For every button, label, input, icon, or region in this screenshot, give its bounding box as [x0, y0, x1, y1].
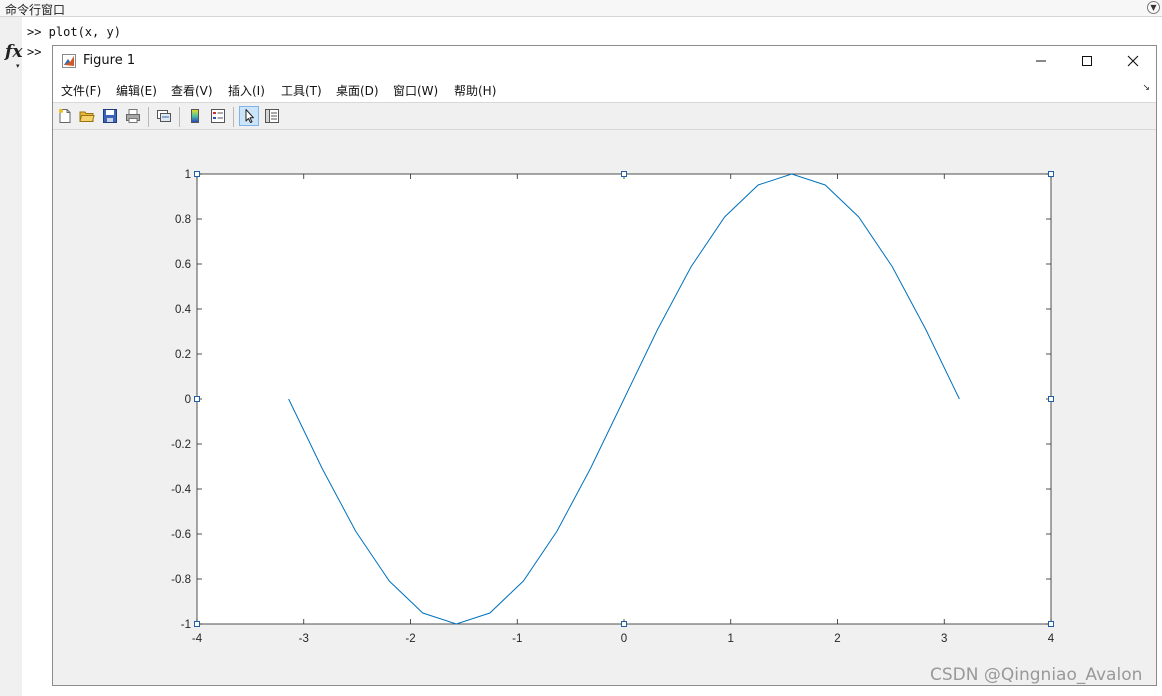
toolbar-separator — [179, 107, 180, 127]
new-figure-icon — [59, 109, 71, 123]
selection-handle[interactable] — [194, 171, 200, 177]
selection-handle[interactable] — [194, 396, 200, 402]
close-icon — [1127, 55, 1139, 67]
x-tick-label: 3 — [941, 633, 947, 645]
y-tick-label: 0.4 — [175, 304, 192, 316]
y-tick-label: 0.2 — [175, 349, 191, 361]
x-tick-label: 2 — [834, 633, 840, 645]
link-plot-icon — [157, 110, 171, 122]
y-tick-label: 1 — [185, 169, 191, 181]
print-button[interactable] — [123, 106, 143, 126]
insert-colorbar-button[interactable] — [185, 106, 205, 126]
y-tick-label: 0.8 — [175, 214, 191, 226]
insert-legend-button[interactable] — [208, 106, 228, 126]
y-tick-label: 0.6 — [175, 259, 191, 271]
selection-handle[interactable] — [1048, 621, 1054, 627]
selection-handle[interactable] — [194, 621, 200, 627]
print-icon — [126, 109, 140, 123]
menu-window[interactable]: 窗口(W) — [393, 82, 438, 99]
figure-menubar: 文件(F) 编辑(E) 查看(V) 插入(I) 工具(T) 桌面(D) 窗口(W… — [53, 76, 1156, 102]
plot-area: -4 -3 -2 -1 0 1 2 3 4 -1 -0.8 -0.6 -0.4 -0.2 0 0.2 0.4 0.… — [171, 169, 1055, 645]
figure-titlebar[interactable]: Figure 1 — [53, 46, 1156, 76]
y-tick-label: -0.2 — [171, 439, 191, 451]
figure-window: Figure 1 文件(F) 编辑(E) 查看(V) 插入(I) 工具(T) 桌… — [52, 45, 1157, 686]
open-file-button[interactable] — [77, 106, 97, 126]
menu-insert[interactable]: 插入(I) — [228, 82, 265, 99]
selection-handle[interactable] — [621, 171, 627, 177]
maximize-icon — [1082, 56, 1092, 66]
menu-view[interactable]: 查看(V) — [171, 82, 213, 99]
maximize-button[interactable] — [1064, 46, 1110, 76]
command-window-menu-icon[interactable]: ▼ — [1147, 1, 1160, 14]
command-window-gutter — [0, 17, 22, 696]
toolbar-separator — [148, 107, 149, 127]
x-tick-label: 0 — [621, 633, 627, 645]
y-tick-label: -0.4 — [171, 484, 191, 496]
edit-plot-arrow-icon — [245, 109, 254, 123]
edit-plot-button[interactable] — [239, 106, 259, 126]
open-file-icon — [79, 111, 95, 122]
figure-title: Figure 1 — [83, 53, 136, 68]
y-tick-label: -0.6 — [171, 529, 191, 541]
figure-toolbar — [53, 102, 1156, 130]
x-tick-label: -4 — [192, 633, 203, 645]
menu-file[interactable]: 文件(F) — [61, 82, 101, 99]
colorbar-icon — [191, 109, 199, 123]
watermark-text: CSDN @Qingniao_Avalon — [930, 665, 1143, 685]
fx-function-browser-icon[interactable]: fx — [5, 42, 22, 62]
x-tick-label: 4 — [1048, 633, 1055, 645]
minimize-button[interactable] — [1018, 46, 1064, 76]
property-inspector-icon — [265, 109, 279, 123]
dock-arrow-icon[interactable]: ↘ — [1142, 83, 1150, 93]
selection-handle[interactable] — [621, 621, 627, 627]
menu-desktop[interactable]: 桌面(D) — [336, 82, 379, 99]
toolbar-separator — [233, 107, 234, 127]
command-window-header: 命令行窗口 ▼ — [0, 0, 1162, 17]
selection-handle[interactable] — [1048, 171, 1054, 177]
save-icon — [103, 109, 117, 123]
command-history-line: >> plot(x, y) — [27, 25, 121, 39]
save-button[interactable] — [100, 106, 120, 126]
property-inspector-button[interactable] — [262, 106, 282, 126]
selection-handle[interactable] — [1048, 396, 1054, 402]
x-tick-label: -1 — [512, 633, 522, 645]
menu-tools[interactable]: 工具(T) — [281, 82, 322, 99]
menu-edit[interactable]: 编辑(E) — [116, 82, 157, 99]
menu-help[interactable]: 帮助(H) — [454, 82, 496, 99]
y-tick-label: -0.8 — [171, 574, 191, 586]
matlab-logo-icon — [62, 54, 76, 68]
x-tick-label: -3 — [299, 633, 309, 645]
new-figure-button[interactable] — [55, 106, 75, 126]
link-plot-button[interactable] — [154, 106, 174, 126]
close-button[interactable] — [1110, 46, 1156, 76]
command-window-title: 命令行窗口 — [5, 3, 66, 17]
minimize-icon — [1036, 60, 1046, 62]
x-tick-label: 1 — [728, 633, 734, 645]
y-tick-label: -1 — [181, 619, 191, 631]
command-prompt[interactable]: >> — [27, 45, 41, 59]
y-tick-label: 0 — [185, 394, 191, 406]
x-tick-label: -2 — [405, 633, 415, 645]
fx-caret-icon: ▾ — [16, 62, 20, 70]
legend-icon — [211, 109, 225, 123]
